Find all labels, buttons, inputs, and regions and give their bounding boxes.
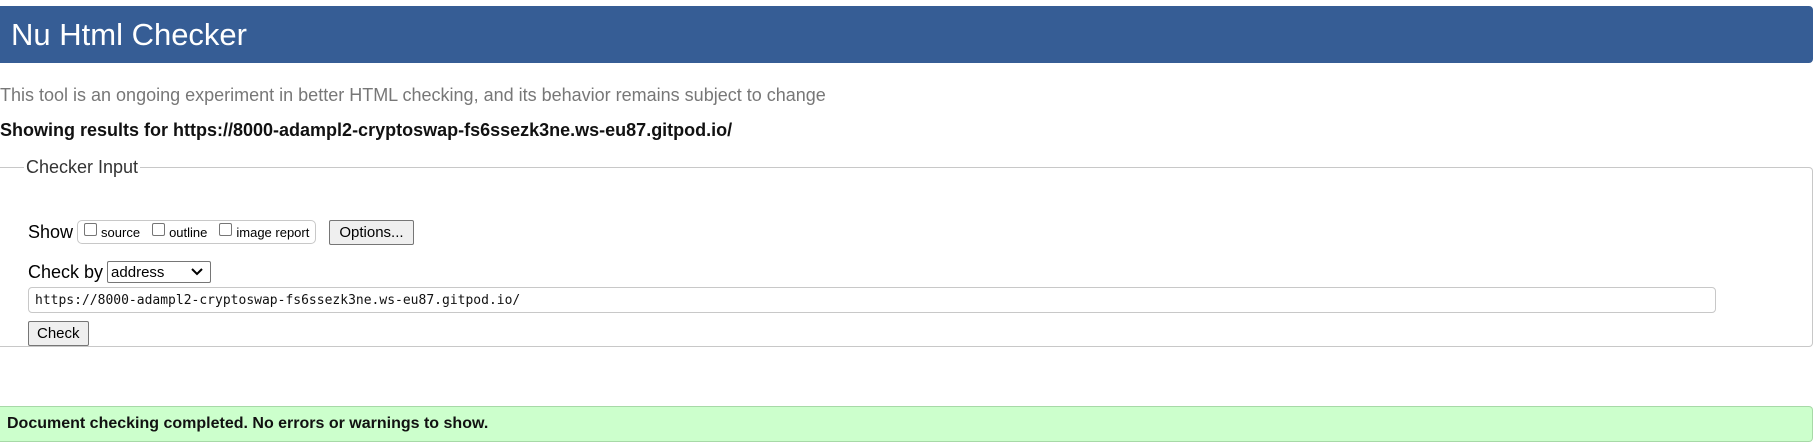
- show-options-group: source outline image report: [77, 220, 317, 244]
- check-by-label: Check by: [28, 261, 104, 282]
- check-by-row: Check by address: [28, 260, 212, 284]
- options-button[interactable]: Options...: [329, 219, 414, 245]
- image-report-checkbox[interactable]: [219, 222, 233, 236]
- checker-input-legend: Checker Input: [26, 157, 139, 177]
- show-outline-option[interactable]: outline: [152, 222, 208, 240]
- validator-page: Nu Html Checker This tool is an ongoing …: [0, 0, 1818, 448]
- checker-input-fieldset: Checker Input Show source outline image …: [0, 157, 1813, 347]
- image-report-checkbox-label: image report: [236, 224, 310, 240]
- success-message: Document checking completed. No errors o…: [0, 406, 1813, 442]
- page-title: Nu Html Checker: [11, 16, 247, 52]
- check-by-selected-value: address: [111, 263, 165, 281]
- show-source-option[interactable]: source: [84, 222, 141, 240]
- show-options-row: Show source outline image report Options…: [28, 218, 414, 246]
- showing-results-heading: Showing results for https://8000-adampl2…: [0, 120, 733, 140]
- outline-checkbox[interactable]: [152, 222, 166, 236]
- show-image-report-option[interactable]: image report: [219, 222, 310, 240]
- page-header: Nu Html Checker: [0, 6, 1813, 63]
- tool-disclaimer: This tool is an ongoing experiment in be…: [0, 85, 826, 105]
- source-checkbox[interactable]: [84, 222, 98, 236]
- chevron-down-icon: [191, 268, 203, 276]
- show-label: Show: [28, 221, 74, 242]
- outline-checkbox-label: outline: [169, 224, 208, 240]
- check-button[interactable]: Check: [28, 321, 89, 346]
- check-by-select[interactable]: address: [107, 261, 212, 283]
- url-input[interactable]: https://8000-adampl2-cryptoswap-fs6ssezk…: [28, 287, 1716, 313]
- source-checkbox-label: source: [101, 224, 141, 240]
